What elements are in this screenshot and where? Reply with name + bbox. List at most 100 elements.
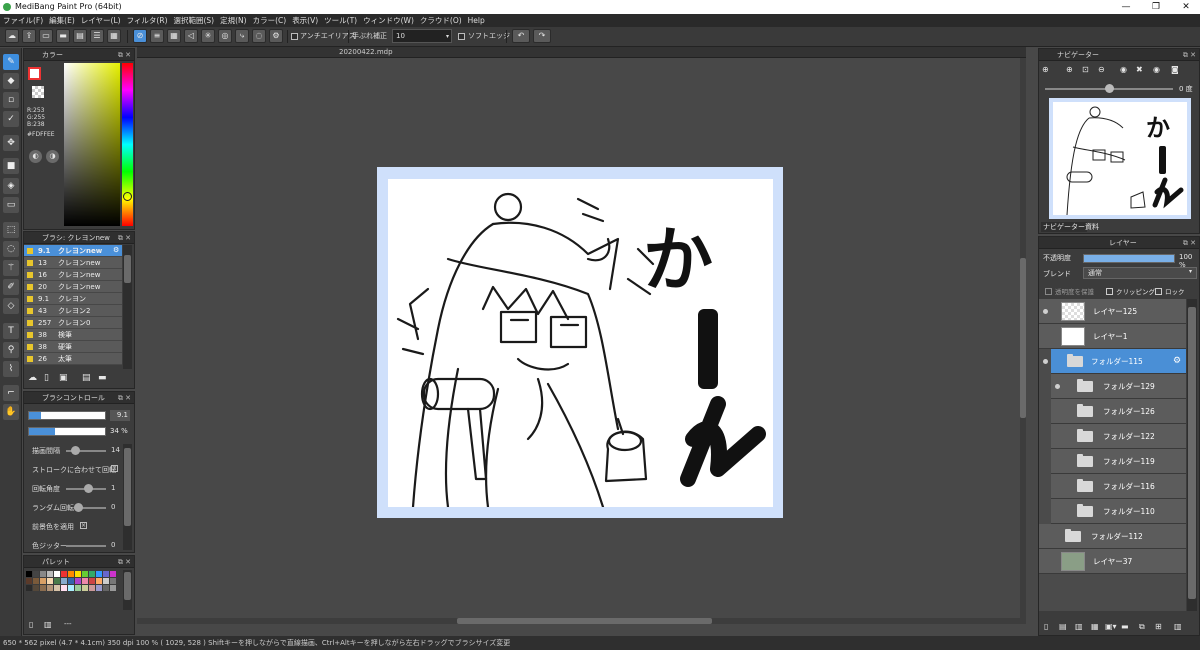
- canvas-horizontal-scrollbar[interactable]: [137, 618, 1020, 624]
- panel-close-icon[interactable]: ⧉ ✕: [118, 232, 131, 244]
- undo-icon[interactable]: ↶: [512, 29, 530, 43]
- palette-color-swatch[interactable]: [54, 585, 60, 591]
- brush-item[interactable]: 9.1 クレヨンnew: [24, 245, 122, 257]
- visibility-icon[interactable]: [1043, 359, 1048, 364]
- brush-item[interactable]: 38 硬筆: [24, 341, 122, 353]
- palette-color-swatch[interactable]: [47, 578, 53, 584]
- palette-color-swatch[interactable]: [68, 585, 74, 591]
- palette-color-swatch[interactable]: [75, 578, 81, 584]
- add-layer-menu-icon[interactable]: ▣▾: [1105, 622, 1117, 631]
- palette-color-swatch[interactable]: [103, 585, 109, 591]
- divide-tool-icon[interactable]: ⚲: [3, 342, 19, 358]
- add-color-icon[interactable]: ▯: [29, 620, 33, 629]
- palette-color-swatch[interactable]: [89, 585, 95, 591]
- dot-tool-icon[interactable]: ▫: [3, 92, 19, 108]
- palette-color-swatch[interactable]: [89, 578, 95, 584]
- chevron-down-icon[interactable]: ▾: [1189, 268, 1192, 275]
- brush-item[interactable]: 9.1 クレヨン: [24, 293, 122, 305]
- delete-color-icon[interactable]: ▥: [44, 620, 52, 629]
- background-color-swatch[interactable]: [32, 86, 44, 98]
- menu-edit[interactable]: 編集(E): [46, 14, 78, 27]
- new-8bit-layer-icon[interactable]: ▦: [1091, 622, 1099, 631]
- scroll-thumb[interactable]: [457, 618, 712, 624]
- scroll-thumb[interactable]: [1188, 307, 1196, 599]
- operation-tool-icon[interactable]: ⌇: [3, 361, 19, 377]
- palette-color-swatch[interactable]: [61, 585, 67, 591]
- new-folder-icon[interactable]: ▬: [1121, 622, 1129, 631]
- gradient-tool-icon[interactable]: ▭: [3, 197, 19, 213]
- canvas-area[interactable]: か: [137, 58, 1026, 624]
- palette-color-swatch[interactable]: [96, 571, 102, 577]
- palette-color-swatch[interactable]: [68, 571, 74, 577]
- merge-layer-icon[interactable]: ⊞: [1155, 622, 1162, 631]
- menu-select[interactable]: 選択範囲(S): [171, 14, 218, 27]
- zoom-reset-icon[interactable]: ⊡: [1082, 65, 1089, 74]
- palette-color-swatch[interactable]: [33, 578, 39, 584]
- panel-close-icon[interactable]: ⧉ ✕: [1183, 237, 1196, 249]
- layer-row-1[interactable]: レイヤー1: [1039, 324, 1186, 349]
- grid-icon[interactable]: ▦: [107, 29, 121, 43]
- cloud-brush-icon[interactable]: ☁: [28, 373, 37, 383]
- zoom-in-icon[interactable]: ⊕: [1066, 65, 1073, 74]
- text-tool-icon[interactable]: T: [3, 323, 19, 339]
- chat-icon[interactable]: ▬: [56, 29, 70, 43]
- vanish-snap-icon[interactable]: ◁: [184, 29, 198, 43]
- hand-tool-icon[interactable]: ✋: [3, 404, 19, 420]
- brush-item[interactable]: 43 クレヨン2: [24, 305, 122, 317]
- new-halftone-layer-icon[interactable]: ▤: [1059, 622, 1067, 631]
- brush-item[interactable]: 26 太筆: [24, 353, 122, 365]
- scroll-thumb[interactable]: [124, 448, 131, 526]
- page-icon[interactable]: ▤: [73, 29, 87, 43]
- saturation-value-square[interactable]: [64, 63, 120, 226]
- palette-color-swatch[interactable]: [96, 578, 102, 584]
- canvas-vertical-scrollbar[interactable]: [1020, 58, 1026, 624]
- rotation-knob[interactable]: [1105, 84, 1114, 93]
- menu-help[interactable]: Help: [465, 14, 488, 27]
- menu-cloud[interactable]: クラウド(O): [417, 14, 465, 27]
- palette-mode-icon[interactable]: ◐: [29, 150, 42, 163]
- palette-scrollbar[interactable]: [123, 570, 132, 610]
- brush-opacity-slider[interactable]: [28, 427, 106, 436]
- random-rotate-knob[interactable]: [74, 503, 83, 512]
- close-button[interactable]: ✕: [1172, 0, 1200, 14]
- palette-color-swatch[interactable]: [110, 585, 116, 591]
- menu-file[interactable]: ファイル(F): [0, 14, 46, 27]
- layer-row-folder-126[interactable]: フォルダー126: [1051, 399, 1186, 424]
- protect-alpha-checkbox[interactable]: [1045, 288, 1052, 295]
- layer-row-folder-110[interactable]: フォルダー110: [1051, 499, 1186, 524]
- palette-color-swatch[interactable]: [26, 578, 32, 584]
- menu-ruler[interactable]: 定規(N): [217, 14, 249, 27]
- jitter-slider[interactable]: [66, 545, 106, 547]
- select-eraser-icon[interactable]: ◇: [3, 298, 19, 314]
- palette-color-swatch[interactable]: [61, 571, 67, 577]
- eyedropper-tool-icon[interactable]: ⌐: [3, 385, 19, 401]
- layer-list-scrollbar[interactable]: [1187, 299, 1197, 611]
- delete-layer-icon[interactable]: ▥: [1174, 622, 1182, 631]
- palette-color-swatch[interactable]: [54, 578, 60, 584]
- hue-marker[interactable]: [123, 192, 132, 201]
- add-brush-icon[interactable]: ▣: [59, 373, 68, 383]
- blend-select[interactable]: 通常: [1083, 267, 1197, 279]
- scroll-thumb[interactable]: [124, 255, 131, 283]
- redo-icon[interactable]: ↷: [533, 29, 551, 43]
- menu-layer[interactable]: レイヤー(L): [78, 14, 124, 27]
- edit-brush-icon[interactable]: ▤: [82, 373, 91, 383]
- menu-view[interactable]: 表示(V): [289, 14, 321, 27]
- angle-knob[interactable]: [84, 484, 93, 493]
- rotate-stroke-checkbox[interactable]: ×: [111, 465, 118, 472]
- visibility-icon[interactable]: [1055, 384, 1060, 389]
- comment-icon[interactable]: ▭: [39, 29, 53, 43]
- new-1bit-layer-icon[interactable]: ▥: [1075, 622, 1083, 631]
- brush-size-slider[interactable]: [28, 411, 106, 420]
- lock-checkbox[interactable]: [1155, 288, 1162, 295]
- panel-close-icon[interactable]: ⧉ ✕: [118, 49, 131, 61]
- zoom-fit-icon[interactable]: ⊕: [1042, 65, 1049, 74]
- curve-snap-icon[interactable]: ⤷: [235, 29, 249, 43]
- rotate-left-icon[interactable]: ◉: [1120, 65, 1127, 74]
- layer-row-folder-122[interactable]: フォルダー122: [1051, 424, 1186, 449]
- fill-tool-icon[interactable]: ◈: [3, 178, 19, 194]
- zoom-out-icon[interactable]: ⊖: [1098, 65, 1105, 74]
- rotate-right-icon[interactable]: ◉: [1153, 65, 1160, 74]
- layer-row-37[interactable]: レイヤー37: [1039, 549, 1186, 574]
- list-icon[interactable]: ☰: [90, 29, 104, 43]
